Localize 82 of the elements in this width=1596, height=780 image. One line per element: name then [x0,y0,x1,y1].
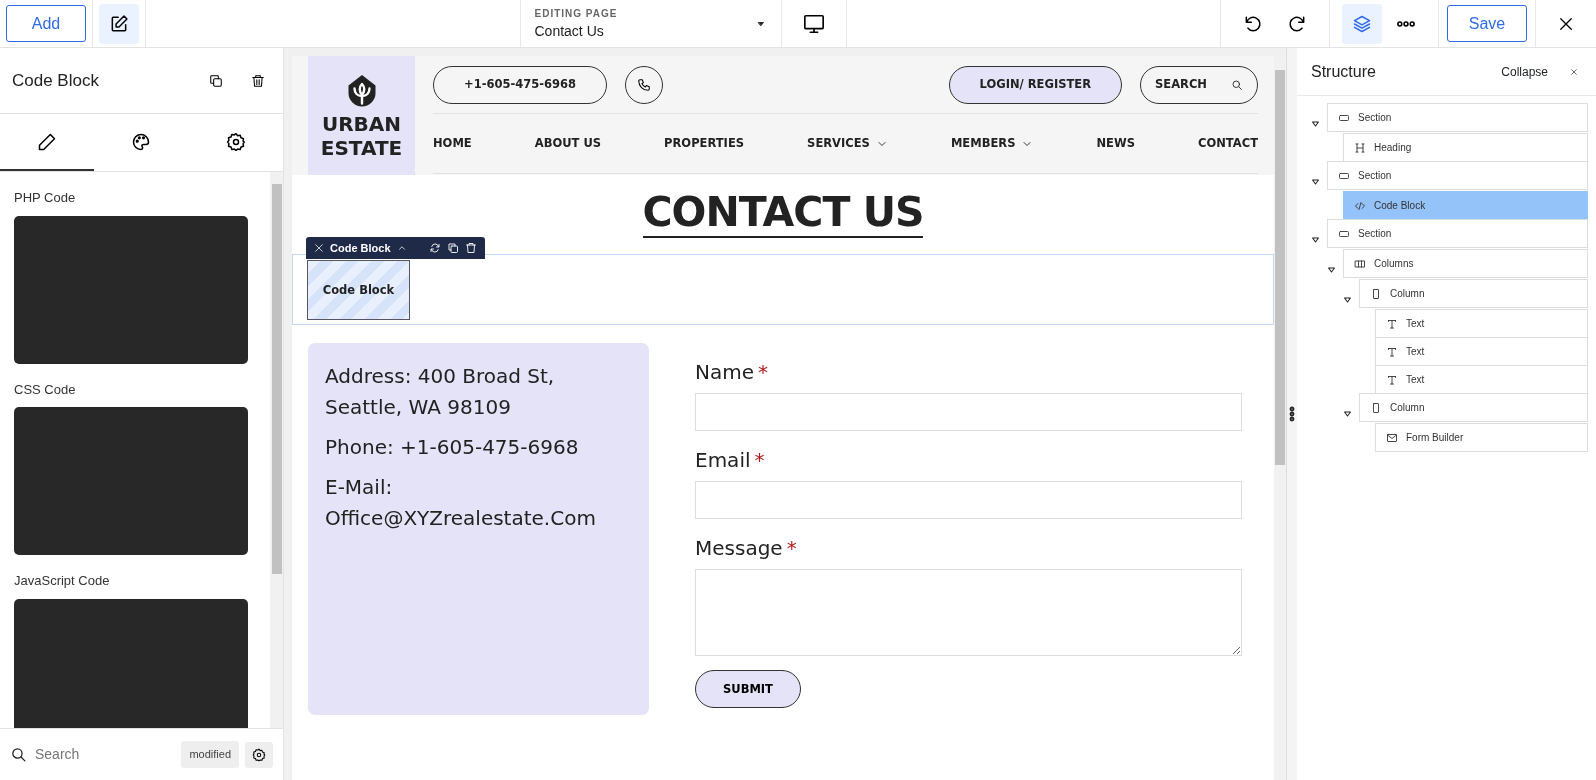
block-toolbar[interactable]: Code Block [306,237,485,260]
search-icon [1231,78,1243,91]
refresh-icon [428,242,441,255]
page-heading: CONTACT US [642,189,924,239]
message-field[interactable] [695,569,1242,657]
contact-text: Address: 400 Broad St, Seattle, WA 98109 [325,363,556,422]
settings-button[interactable] [245,741,273,768]
layers-button[interactable] [1342,3,1382,44]
tree-item[interactable]: Text [1375,337,1588,366]
save-button[interactable]: Save [1447,5,1527,42]
contact-text: Phone: +1-605-475-6968 [325,434,580,462]
edit-button[interactable] [99,3,139,44]
add-button[interactable]: Add [6,5,86,42]
collapse-triangle-icon [1311,237,1319,244]
logo[interactable]: URBAN ESTATE [308,56,415,175]
column-icon [1370,401,1382,414]
gear-icon [252,747,266,762]
grip-icon [1289,405,1295,423]
nav-link[interactable]: CONTACT [1198,134,1258,153]
pencil-icon [37,131,58,152]
more-icon [1397,20,1415,27]
nav-link[interactable]: NEWS [1096,134,1135,153]
tree-item[interactable]: Text [1375,309,1588,338]
login-button[interactable]: LOGIN/ REGISTER [948,65,1123,104]
contact-text: E-Mail: Office@XYZrealestate.Com [325,474,597,533]
input-field[interactable] [695,393,1242,432]
panel-title: Structure [1311,61,1376,82]
form-label: Name * [695,359,769,387]
selected-section[interactable]: Code Block [292,254,1274,326]
text-icon [1386,317,1398,330]
tree-item[interactable]: Section [1327,219,1588,248]
input-field[interactable] [695,481,1242,520]
palette-icon [131,131,152,152]
panel-title: Code Block [12,69,99,92]
nav-link[interactable]: HOME [433,134,472,153]
collapse-triangle-icon [1311,121,1319,128]
logo-text: URBAN [320,111,403,136]
form-label: Email * [695,447,766,475]
field-label: JavaScript Code [14,572,111,590]
nav-link[interactable]: ABOUT US [534,134,601,153]
copy-icon [446,242,459,255]
field-label: CSS Code [14,380,77,399]
tree-item[interactable]: Section [1327,103,1588,132]
block-toolbar-label: Code Block [330,240,391,256]
column-icon [1370,287,1382,300]
tree-item[interactable]: Form Builder [1375,423,1588,452]
collapse-triangle-icon [1327,267,1335,274]
tree-item[interactable]: Heading [1343,133,1588,162]
filter-tag[interactable]: modified [181,741,239,768]
phone-icon [637,77,651,92]
heading-icon [1354,141,1366,154]
scrollbar[interactable] [270,172,283,728]
text-icon [1386,345,1398,358]
tree-item[interactable]: Column [1359,279,1588,308]
envelope-icon [1386,431,1398,444]
layers-icon [1352,13,1372,34]
collapse-link[interactable]: Collapse [1501,62,1548,81]
tree-item[interactable]: Columns [1343,249,1588,278]
text-icon [1386,373,1398,386]
collapse-triangle-icon [1311,179,1319,186]
logo-text: ESTATE [320,135,403,160]
search-icon [10,746,27,763]
collapse-triangle-icon [1343,411,1351,418]
tree-item[interactable]: Section [1327,161,1588,190]
field-label: PHP Code [14,189,77,207]
page-picker[interactable]: EDITING PAGE Contact Us [519,0,782,47]
tree-item[interactable]: Text [1375,365,1588,394]
columns-icon [1354,257,1366,270]
tree-item[interactable]: Code Block [1343,191,1588,220]
code-block[interactable]: Code Block [307,260,410,321]
monitor-icon [802,12,825,35]
code-icon [1354,199,1366,212]
trash-icon [464,242,477,255]
edit-icon [109,13,129,34]
gear-icon [225,131,246,152]
form-label: Message * [695,535,798,563]
nav-link[interactable]: SERVICES [807,134,888,153]
nav-link[interactable]: PROPERTIES [664,134,745,153]
nav-link[interactable]: MEMBERS [950,134,1034,153]
tree-item[interactable]: Column [1359,393,1588,422]
collapse-triangle-icon [1343,297,1351,304]
submit-button[interactable]: SUBMIT [695,670,801,709]
